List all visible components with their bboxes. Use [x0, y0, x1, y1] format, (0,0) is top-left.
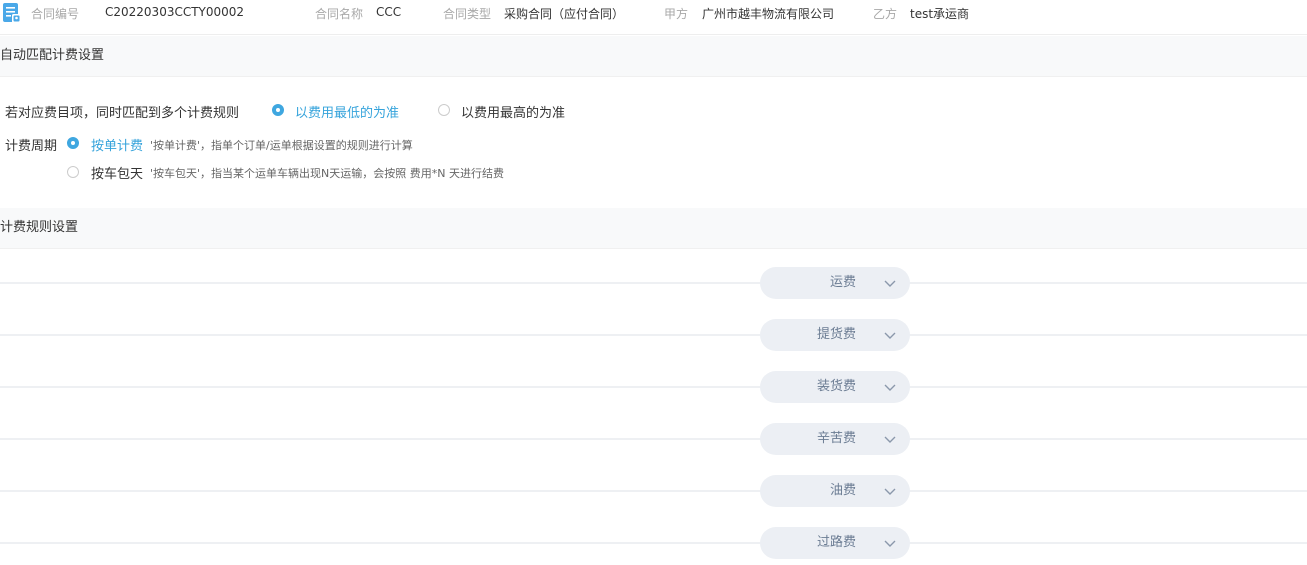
rule-item-labor-fee[interactable]: 辛苦费: [760, 423, 910, 455]
radio-highest-fee-label[interactable]: 以费用最高的为准: [461, 102, 565, 121]
rules-section-title: 计费规则设置: [0, 208, 1307, 249]
rule-item-label: 提货费: [816, 327, 856, 342]
contract-type-value: 采购合同（应付合同）: [504, 7, 625, 21]
radio-lowest-fee-control[interactable]: [272, 104, 284, 116]
contract-header: 合同编号 C20220303CCTY00002 合同名称 CCC 合同类型 采购…: [0, 0, 1307, 35]
party-a-value: 广州市越丰物流有限公司: [702, 7, 835, 21]
chevron-down-icon: [884, 436, 896, 443]
contract-name-label: 合同名称: [315, 7, 364, 21]
chevron-down-icon: [884, 332, 896, 339]
rule-item-label: 油费: [829, 483, 856, 498]
rule-divider: [0, 282, 1307, 284]
rule-item-label: 运费: [829, 275, 856, 290]
rule-item-loading-fee[interactable]: 装货费: [760, 371, 910, 403]
radio-per-vehicle-day-control[interactable]: [67, 166, 79, 178]
party-b-value: test承运商: [910, 7, 970, 21]
rule-item-pickup-fee[interactable]: 提货费: [760, 319, 910, 351]
rule-item-label: 装货费: [816, 379, 856, 394]
radio-per-order-control[interactable]: [67, 137, 79, 149]
chevron-down-icon: [884, 488, 896, 495]
radio-per-vehicle-day-label[interactable]: 按车包天: [91, 163, 143, 182]
rule-item-label: 过路费: [816, 535, 856, 550]
multi-rule-label: 若对应费目项，同时匹配到多个计费规则: [5, 106, 240, 121]
contract-type-label: 合同类型: [443, 7, 492, 21]
radio-per-vehicle-day-hint: '按车包天'，指当某个运单车辆出现N天运输，会按照 费用*N 天进行结费: [150, 167, 504, 180]
billing-cycle-label: 计费周期: [5, 139, 58, 154]
contract-document-icon: [3, 3, 21, 23]
party-a-label: 甲方: [664, 7, 689, 21]
rule-divider: [0, 542, 1307, 544]
rule-divider: [0, 438, 1307, 440]
chevron-down-icon: [884, 280, 896, 287]
radio-per-order-label[interactable]: 按单计费: [91, 135, 143, 154]
rule-item-label: 辛苦费: [816, 431, 856, 446]
rule-divider: [0, 386, 1307, 388]
rule-divider: [0, 334, 1307, 336]
chevron-down-icon: [884, 384, 896, 391]
rule-item-toll-fee[interactable]: 过路费: [760, 527, 910, 559]
party-b-label: 乙方: [873, 7, 898, 21]
chevron-down-icon: [884, 540, 896, 547]
auto-match-section-title: 自动匹配计费设置: [0, 36, 1307, 77]
radio-lowest-fee-label[interactable]: 以费用最低的为准: [295, 102, 399, 121]
contract-no-label: 合同编号: [31, 7, 80, 21]
rule-item-fuel-fee[interactable]: 油费: [760, 475, 910, 507]
radio-highest-fee-control[interactable]: [438, 104, 450, 116]
contract-name-value: CCC: [376, 5, 402, 19]
rule-item-freight[interactable]: 运费: [760, 267, 910, 299]
rule-divider: [0, 490, 1307, 492]
contract-no-value: C20220303CCTY00002: [105, 5, 245, 19]
radio-per-order-hint: '按单计费'，指单个订单/运单根据设置的规则进行计算: [150, 139, 413, 152]
